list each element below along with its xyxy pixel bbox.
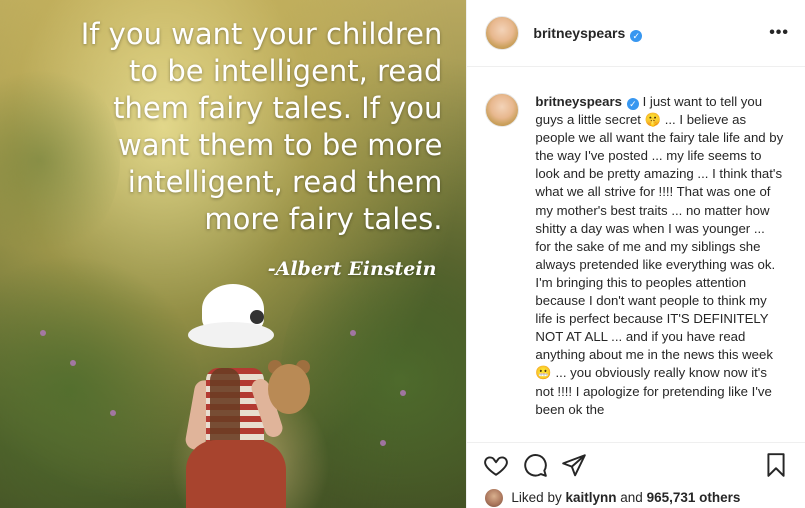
share-icon[interactable] xyxy=(561,452,587,478)
heart-icon[interactable] xyxy=(483,452,509,478)
flower xyxy=(110,410,116,416)
post-image[interactable]: If you want your children to be intellig… xyxy=(0,0,467,508)
caption: britneyspears ✓ I just want to tell you g… xyxy=(467,67,805,419)
quote-line: them fairy tales. If you xyxy=(113,91,443,125)
more-options-icon[interactable]: ••• xyxy=(769,24,789,42)
quote-line: to be intelligent, read xyxy=(129,54,443,88)
likes-and: and xyxy=(620,490,643,505)
header-username[interactable]: britneyspears ✓ xyxy=(533,25,643,42)
bookmark-icon[interactable] xyxy=(763,452,789,478)
teddy-bear xyxy=(268,364,310,414)
quote-text: If you want your children to be intellig… xyxy=(22,16,443,238)
flower xyxy=(350,330,356,336)
flower xyxy=(70,360,76,366)
flower xyxy=(380,440,386,446)
quote-attribution: -Albert Einstein xyxy=(267,258,437,280)
hat-detail xyxy=(250,310,264,324)
likes-summary: Liked by kaitlynn and 965,731 others xyxy=(485,487,789,508)
child-skirt xyxy=(186,440,286,508)
verified-badge-icon: ✓ xyxy=(626,98,639,110)
comment-icon[interactable] xyxy=(522,452,548,478)
quote-line: If you want your children xyxy=(80,17,443,51)
instagram-post: If you want your children to be intellig… xyxy=(0,0,805,508)
likes-prefix: Liked by xyxy=(511,490,562,505)
comments-section[interactable]: britneyspears ✓ I just want to tell you g… xyxy=(467,67,805,442)
sun-hat-brim xyxy=(188,322,274,348)
username-text[interactable]: britneyspears xyxy=(533,25,625,41)
caption-avatar[interactable] xyxy=(485,93,520,127)
flower xyxy=(400,390,406,396)
child-figure xyxy=(160,280,320,508)
quote-line: more fairy tales. xyxy=(204,202,443,236)
liker-username[interactable]: kaitlynn xyxy=(565,490,616,505)
quote-line: intelligent, read them xyxy=(127,165,443,199)
flower xyxy=(40,330,46,336)
caption-body: I just want to tell you guys a little se… xyxy=(535,94,784,417)
quote-line: want them to be more xyxy=(117,128,443,162)
caption-text: britneyspears ✓ I just want to tell you g… xyxy=(535,93,783,419)
verified-badge-icon: ✓ xyxy=(630,29,643,42)
likes-count[interactable]: 965,731 others xyxy=(647,490,741,505)
post-header: britneyspears ✓ ••• xyxy=(467,0,805,67)
avatar[interactable] xyxy=(485,16,520,50)
post-sidebar: britneyspears ✓ ••• britneyspears ✓ I just… xyxy=(466,0,805,508)
caption-username[interactable]: britneyspears xyxy=(535,94,622,109)
liker-avatar[interactable] xyxy=(485,488,504,507)
action-bar xyxy=(467,442,805,487)
